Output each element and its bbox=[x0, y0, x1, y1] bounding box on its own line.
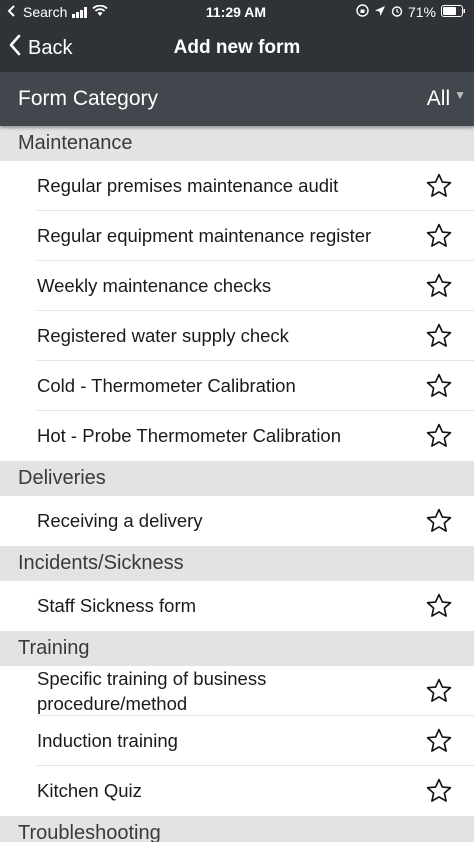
star-icon[interactable] bbox=[424, 776, 454, 806]
star-icon[interactable] bbox=[424, 321, 454, 351]
form-list: Maintenance Regular premises maintenance… bbox=[0, 126, 474, 842]
caret-down-icon: ▼ bbox=[454, 88, 466, 102]
status-bar: Search 11:29 AM 71% bbox=[0, 0, 474, 24]
star-icon[interactable] bbox=[424, 726, 454, 756]
form-category-value: All bbox=[426, 87, 451, 110]
list-item[interactable]: Weekly maintenance checks bbox=[0, 261, 474, 311]
star-icon[interactable] bbox=[424, 271, 454, 301]
status-time: 11:29 AM bbox=[205, 4, 267, 20]
alarm-icon bbox=[391, 4, 403, 20]
navigation-bar: Back Add new form bbox=[0, 24, 474, 72]
back-to-app-icon[interactable] bbox=[6, 4, 18, 20]
star-icon[interactable] bbox=[424, 506, 454, 536]
star-icon[interactable] bbox=[424, 221, 454, 251]
section-header-incidents-sickness: Incidents/Sickness bbox=[0, 546, 474, 581]
list-item-label: Regular premises maintenance audit bbox=[37, 175, 339, 196]
section-header-troubleshooting: Troubleshooting bbox=[0, 816, 474, 842]
header: Search 11:29 AM 71% Back Add new form bbox=[0, 0, 474, 72]
list-item-label: Registered water supply check bbox=[37, 325, 289, 346]
list-item-label: Cold - Thermometer Calibration bbox=[37, 375, 296, 396]
list-item[interactable]: Regular premises maintenance audit bbox=[0, 161, 474, 211]
star-icon[interactable] bbox=[424, 171, 454, 201]
list-item-label: Kitchen Quiz bbox=[37, 780, 142, 801]
list-item[interactable]: Registered water supply check bbox=[0, 311, 474, 361]
list-item[interactable]: Staff Sickness form bbox=[0, 581, 474, 631]
list-item-label: Hot - Probe Thermometer Calibration bbox=[37, 425, 342, 446]
section-header-maintenance: Maintenance bbox=[0, 126, 474, 161]
list-item-label: Induction training bbox=[37, 730, 178, 751]
list-item-label: Regular equipment maintenance register bbox=[37, 225, 372, 246]
form-category-select[interactable]: All ▼ bbox=[427, 87, 466, 111]
star-icon[interactable] bbox=[424, 591, 454, 621]
list-item[interactable]: Cold - Thermometer Calibration bbox=[0, 361, 474, 411]
battery-percent: 71% bbox=[407, 4, 436, 20]
list-item-label: Receiving a delivery bbox=[37, 510, 203, 531]
wifi-icon bbox=[92, 4, 108, 20]
list-item[interactable]: Induction training bbox=[0, 716, 474, 766]
star-icon[interactable] bbox=[424, 371, 454, 401]
page-title: Add new form bbox=[173, 37, 301, 58]
list-item[interactable]: Regular equipment maintenance register bbox=[0, 211, 474, 261]
section-header-deliveries: Deliveries bbox=[0, 461, 474, 496]
battery-icon bbox=[441, 4, 466, 20]
list-item[interactable]: Specific training of business procedure/… bbox=[0, 666, 474, 716]
status-left: Search bbox=[6, 4, 166, 20]
list-item[interactable]: Kitchen Quiz bbox=[0, 766, 474, 816]
form-category-label: Form Category bbox=[18, 87, 159, 110]
chevron-left-icon bbox=[8, 34, 22, 62]
location-icon bbox=[374, 4, 386, 20]
orientation-lock-icon bbox=[356, 4, 369, 20]
section-header-training: Training bbox=[0, 631, 474, 666]
cellular-signal-icon bbox=[72, 6, 88, 18]
list-item[interactable]: Hot - Probe Thermometer Calibration bbox=[0, 411, 474, 461]
list-item-label: Weekly maintenance checks bbox=[37, 275, 272, 296]
status-right: 71% bbox=[306, 4, 466, 20]
star-icon[interactable] bbox=[424, 421, 454, 451]
back-button[interactable]: Back bbox=[8, 24, 72, 72]
star-icon[interactable] bbox=[424, 676, 454, 706]
list-item[interactable]: Receiving a delivery bbox=[0, 496, 474, 546]
form-category-bar: Form Category All ▼ bbox=[0, 72, 474, 126]
back-button-label: Back bbox=[28, 36, 73, 59]
list-item-label: Specific training of business procedure/… bbox=[37, 668, 267, 714]
back-to-app-label[interactable]: Search bbox=[23, 4, 67, 20]
list-item-label: Staff Sickness form bbox=[37, 595, 197, 616]
